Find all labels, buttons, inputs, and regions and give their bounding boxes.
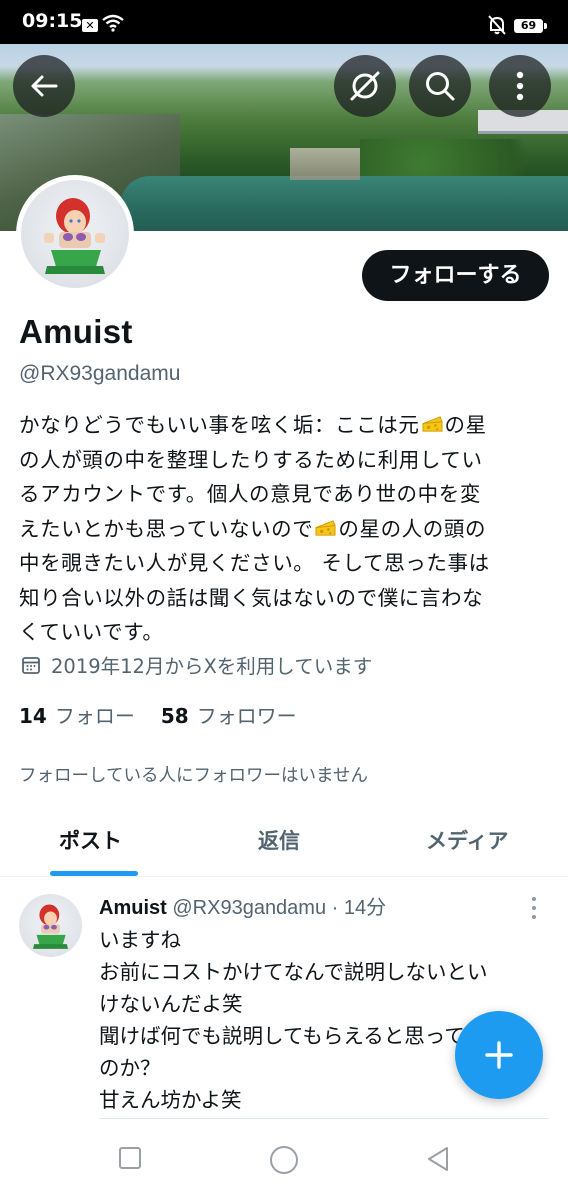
status-bar: 09:15 ✕ 69: [0, 0, 568, 44]
profile-avatar[interactable]: [16, 175, 134, 293]
back-button[interactable]: [13, 55, 75, 117]
bio-line: くていいです。: [19, 615, 559, 650]
system-nav-bar: [0, 1122, 568, 1199]
profile-tabs: ポスト 返信 メディア: [0, 815, 568, 877]
followers-label: フォロワー: [196, 704, 297, 728]
more-vertical-icon: [516, 71, 524, 101]
post-separator: ·: [326, 897, 344, 919]
slash-circle-icon: [350, 71, 380, 101]
bio-text: えたいとかも思っていないので: [19, 516, 314, 541]
following-label: フォロー: [54, 704, 135, 728]
following-count: 14: [19, 704, 47, 728]
profile-bio: かなりどうでもいい事を呟く垢：ここは元 の星の人が頭の中を整理したりするために利用…: [19, 408, 559, 650]
post-author-handle: @RX93gandamu: [172, 897, 327, 919]
bell-muted-icon: [488, 15, 506, 35]
cheese-icon: [315, 519, 336, 536]
display-name: Amuist: [19, 313, 133, 350]
joined-text: 2019年12月からXを利用しています: [51, 655, 373, 678]
bio-text: かなりどうでもいい事を呟く垢：ここは元: [19, 413, 420, 437]
bio-line: えたいとかも思っていないので の星の人の頭の: [19, 512, 559, 547]
compose-button[interactable]: [455, 1011, 543, 1099]
bio-text: 中を覗きたい人が見ください。 そして思った事は: [19, 551, 490, 575]
calendar-icon: [22, 656, 40, 674]
triangle-back-icon[interactable]: [426, 1146, 450, 1172]
tab-posts[interactable]: ポスト: [59, 825, 122, 855]
battery-icon: 69: [514, 19, 547, 33]
bio-text: の星: [444, 413, 487, 437]
status-time: 09:15: [22, 10, 83, 32]
follow-counts: 14 フォロー 58 フォロワー: [19, 700, 297, 729]
following-link[interactable]: 14 フォロー: [19, 700, 135, 729]
mermaid-figure-image: [44, 198, 105, 274]
followers-count: 58: [160, 704, 189, 728]
bio-line: 知り合い以外の話は聞く気はないので僕に言わな: [19, 581, 559, 616]
user-handle: @RX93gandamu: [19, 362, 181, 385]
cheese-icon: [421, 416, 443, 432]
post-line: いますね: [99, 928, 181, 952]
square-icon[interactable]: [118, 1146, 142, 1170]
post-time: 14分: [343, 897, 387, 919]
followers-link[interactable]: 58 フォロワー: [161, 700, 297, 729]
post-avatar[interactable]: [19, 894, 82, 957]
wifi-icon: [102, 14, 124, 32]
post-more-icon[interactable]: [530, 896, 538, 920]
plus-icon: [485, 1041, 513, 1069]
tab-media[interactable]: メディア: [426, 825, 509, 855]
circle-icon[interactable]: [269, 1145, 299, 1175]
bio-text: るアカウントです。個人の意見であり世の中を変: [19, 482, 481, 506]
bio-text: の人が頭の中を整理したりするために利用してい: [19, 447, 483, 472]
bio-text: くていいです。: [19, 620, 164, 644]
mermaid-figure-image: [33, 904, 68, 949]
tab-replies[interactable]: 返信: [258, 825, 300, 855]
follow-button[interactable]: フォローする: [362, 250, 549, 301]
more-button[interactable]: [489, 55, 551, 117]
bio-line: かなりどうでもいい事を呟く垢：ここは元 の星: [19, 408, 559, 443]
post-line: お前にコストかけてなんで説明しないとい: [99, 960, 488, 984]
cheese-emoji: [313, 517, 338, 541]
x-notification-icon: ✕: [82, 19, 98, 32]
cheese-emoji: [420, 413, 445, 437]
arrow-left-icon: [31, 75, 58, 97]
post-header: Amuist @RX93gandamu · 14分: [99, 891, 386, 920]
bio-text: 知り合い以外の話は聞く気はないので僕に言わな: [19, 585, 484, 610]
search-button[interactable]: [409, 55, 471, 117]
bio-line: るアカウントです。個人の意見であり世の中を変: [19, 477, 559, 512]
active-tab-indicator: [50, 871, 138, 876]
post-author-name[interactable]: Amuist: [99, 897, 167, 919]
bio-line: の人が頭の中を整理したりするために利用してい: [19, 443, 559, 478]
joined-date: 2019年12月からXを利用しています: [21, 650, 372, 679]
bio-text: の星の人の頭の: [338, 516, 487, 541]
grok-button[interactable]: [334, 55, 396, 117]
quoted-card-edge: [99, 1118, 549, 1120]
search-icon: [426, 72, 455, 101]
mutual-followers-note: フォローしている人にフォロワーはいません: [19, 766, 368, 786]
bio-line: 中を覗きたい人が見ください。 そして思った事は: [19, 546, 559, 581]
